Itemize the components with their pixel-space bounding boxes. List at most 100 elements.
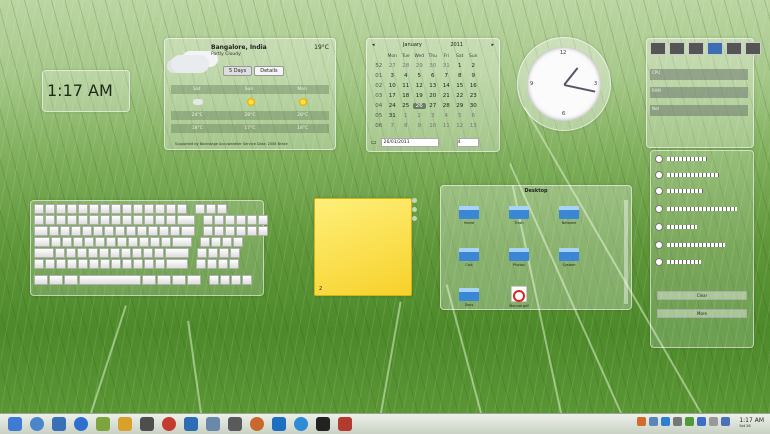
keyboard-key[interactable] bbox=[231, 275, 241, 285]
keyboard-key[interactable] bbox=[78, 215, 88, 225]
folder-item[interactable]: Calc bbox=[455, 248, 483, 267]
device-entry[interactable] bbox=[667, 189, 703, 193]
updates-icon[interactable] bbox=[637, 417, 646, 426]
keyboard-key[interactable] bbox=[89, 215, 99, 225]
calendar-day[interactable]: 22 bbox=[453, 93, 467, 99]
notifications-icon[interactable] bbox=[697, 417, 706, 426]
bluetooth-icon[interactable] bbox=[721, 417, 730, 426]
keyboard-key[interactable] bbox=[144, 259, 154, 269]
keyboard-key[interactable] bbox=[196, 259, 206, 269]
firefox-icon[interactable] bbox=[250, 417, 264, 431]
folder-icon[interactable] bbox=[118, 417, 132, 431]
keyboard-key[interactable] bbox=[79, 275, 141, 285]
keyboard-key[interactable] bbox=[170, 226, 180, 236]
keyboard-key[interactable] bbox=[104, 226, 114, 236]
calendar-month[interactable]: January bbox=[403, 42, 422, 48]
keyboard-key[interactable] bbox=[121, 248, 131, 258]
keyboard-key[interactable] bbox=[133, 215, 143, 225]
calendar-day[interactable]: 12 bbox=[413, 83, 427, 89]
keyboard-key[interactable] bbox=[225, 226, 235, 236]
calendar-day[interactable]: 29 bbox=[453, 103, 467, 109]
calendar-day[interactable]: 6 bbox=[426, 73, 440, 79]
keyboard-key[interactable] bbox=[66, 248, 76, 258]
keyboard-key[interactable] bbox=[34, 259, 44, 269]
hardware-icon[interactable] bbox=[745, 42, 761, 55]
panel-clock[interactable]: 1:17 AM Sat 26 bbox=[739, 417, 764, 428]
keyboard-key[interactable] bbox=[111, 215, 121, 225]
folder-item[interactable]: Manual.pdf bbox=[505, 286, 533, 308]
bluetooth-icon[interactable] bbox=[707, 42, 723, 55]
keyboard-key[interactable] bbox=[236, 215, 246, 225]
device-entry[interactable] bbox=[667, 243, 725, 247]
keyboard-key[interactable] bbox=[126, 226, 136, 236]
folder-scrollbar[interactable] bbox=[624, 200, 628, 304]
keyboard-key[interactable] bbox=[195, 204, 205, 214]
keyboard-key[interactable] bbox=[218, 259, 228, 269]
keyboard-key[interactable] bbox=[99, 248, 109, 258]
keyboard-key[interactable] bbox=[34, 248, 54, 258]
keyboard-key[interactable] bbox=[115, 226, 125, 236]
calendar-day[interactable]: 4 bbox=[399, 73, 413, 79]
keyboard-key[interactable] bbox=[122, 259, 132, 269]
keyboard-key[interactable] bbox=[144, 215, 154, 225]
folder-item[interactable]: Trash bbox=[505, 206, 533, 225]
calendar-day[interactable]: 26 bbox=[412, 103, 426, 109]
keyboard-key[interactable] bbox=[133, 259, 143, 269]
folder-item[interactable]: Docs bbox=[455, 288, 483, 307]
onscreen-keyboard-widget[interactable] bbox=[30, 200, 268, 296]
globe-icon[interactable] bbox=[74, 417, 88, 431]
calendar-day[interactable]: 21 bbox=[440, 93, 454, 99]
widget-handle[interactable] bbox=[412, 198, 420, 238]
keyboard-key[interactable] bbox=[214, 215, 224, 225]
calendar-day[interactable]: 23 bbox=[467, 93, 481, 99]
keyboard-key[interactable] bbox=[89, 204, 99, 214]
keyboard-key[interactable] bbox=[258, 226, 268, 236]
console-icon[interactable] bbox=[316, 417, 330, 431]
keyboard-key[interactable] bbox=[84, 237, 94, 247]
keyboard-key[interactable] bbox=[77, 248, 87, 258]
calendar-day[interactable]: 13 bbox=[467, 123, 481, 129]
calendar-day[interactable]: 1 bbox=[453, 63, 467, 69]
keyboard-key[interactable] bbox=[78, 259, 88, 269]
calendar-day[interactable]: 27 bbox=[426, 103, 440, 109]
radio-icon[interactable] bbox=[655, 241, 663, 249]
radio-icon[interactable] bbox=[655, 258, 663, 266]
keyboard-key[interactable] bbox=[45, 204, 55, 214]
calendar-day[interactable]: 11 bbox=[440, 123, 454, 129]
calendar-day[interactable]: 12 bbox=[453, 123, 467, 129]
keyboard-key[interactable] bbox=[139, 237, 149, 247]
calendar-day[interactable]: 18 bbox=[399, 93, 413, 99]
calendar-day[interactable]: 2 bbox=[467, 63, 481, 69]
keyboard-key[interactable] bbox=[165, 248, 189, 258]
calendar-day[interactable]: 11 bbox=[399, 83, 413, 89]
keyboard-key[interactable] bbox=[67, 215, 77, 225]
network-icon[interactable] bbox=[688, 42, 704, 55]
keyboard-key[interactable] bbox=[34, 215, 44, 225]
device-notifier-icon[interactable] bbox=[709, 417, 718, 426]
keyboard-key[interactable] bbox=[159, 226, 169, 236]
internet-icon[interactable] bbox=[294, 417, 308, 431]
keyboard-key[interactable] bbox=[236, 226, 246, 236]
keyboard-key[interactable] bbox=[49, 275, 63, 285]
document-icon[interactable] bbox=[669, 42, 685, 55]
keyboard-key[interactable] bbox=[62, 237, 72, 247]
keyboard-key[interactable] bbox=[89, 259, 99, 269]
keyboard-key[interactable] bbox=[133, 204, 143, 214]
radio-icon[interactable] bbox=[655, 171, 663, 179]
keyboard-key[interactable] bbox=[78, 204, 88, 214]
keyboard-key[interactable] bbox=[45, 259, 55, 269]
radio-icon[interactable] bbox=[655, 223, 663, 231]
keyboard-key[interactable] bbox=[34, 275, 48, 285]
document-icon[interactable] bbox=[272, 417, 286, 431]
keyboard-key[interactable] bbox=[172, 237, 192, 247]
keyboard-key[interactable] bbox=[229, 259, 239, 269]
calendar-day[interactable]: 31 bbox=[440, 63, 454, 69]
keyboard-key[interactable] bbox=[155, 259, 165, 269]
device-entry[interactable] bbox=[667, 173, 719, 177]
keyboard-key[interactable] bbox=[242, 275, 252, 285]
keyboard-key[interactable] bbox=[166, 259, 188, 269]
folder-item[interactable]: System bbox=[555, 248, 583, 267]
calendar-day[interactable]: 14 bbox=[440, 83, 454, 89]
calendar-day[interactable]: 9 bbox=[413, 123, 427, 129]
device-entry[interactable] bbox=[667, 207, 737, 211]
